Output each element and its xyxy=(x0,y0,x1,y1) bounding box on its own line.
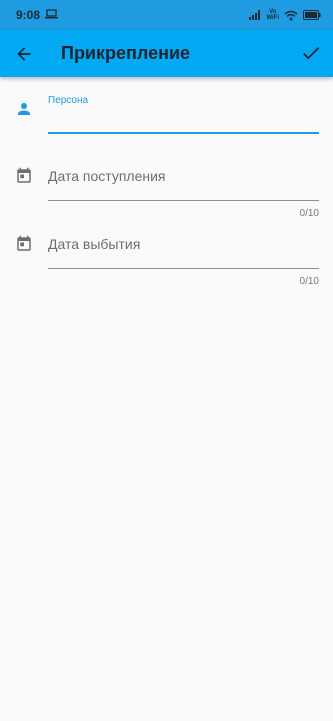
person-input[interactable] xyxy=(48,101,319,134)
departure-date-counter: 0/10 xyxy=(299,276,319,287)
status-right: Vo WiFi xyxy=(249,9,321,21)
wifi-icon xyxy=(284,10,298,21)
status-time: 9:08 xyxy=(16,8,41,22)
arrival-date-input[interactable]: Дата поступления xyxy=(48,160,319,201)
signal-icon xyxy=(249,10,261,20)
battery-icon xyxy=(303,10,321,20)
vowifi-icon: Vo WiFi xyxy=(266,9,279,21)
laptop-icon xyxy=(45,8,59,22)
status-left: 9:08 xyxy=(16,8,59,22)
arrow-back-icon xyxy=(17,46,31,61)
departure-date-input[interactable]: Дата выбытия xyxy=(48,228,319,269)
calendar-icon xyxy=(17,167,31,183)
page-title: Прикрепление xyxy=(61,43,191,63)
arrival-date-counter: 0/10 xyxy=(299,208,319,219)
back-button[interactable] xyxy=(12,42,36,66)
calendar-icon xyxy=(17,235,31,251)
person-icon xyxy=(18,103,30,115)
app-bar: Прикрепление xyxy=(0,30,333,77)
vowifi-bottom: WiFi xyxy=(266,15,279,21)
departure-date-hint: Дата выбытия xyxy=(48,236,141,252)
check-icon xyxy=(303,47,320,60)
confirm-button[interactable] xyxy=(299,41,323,65)
arrival-date-hint: Дата поступления xyxy=(48,168,166,184)
status-bar: 9:08 Vo WiFi xyxy=(0,0,333,30)
